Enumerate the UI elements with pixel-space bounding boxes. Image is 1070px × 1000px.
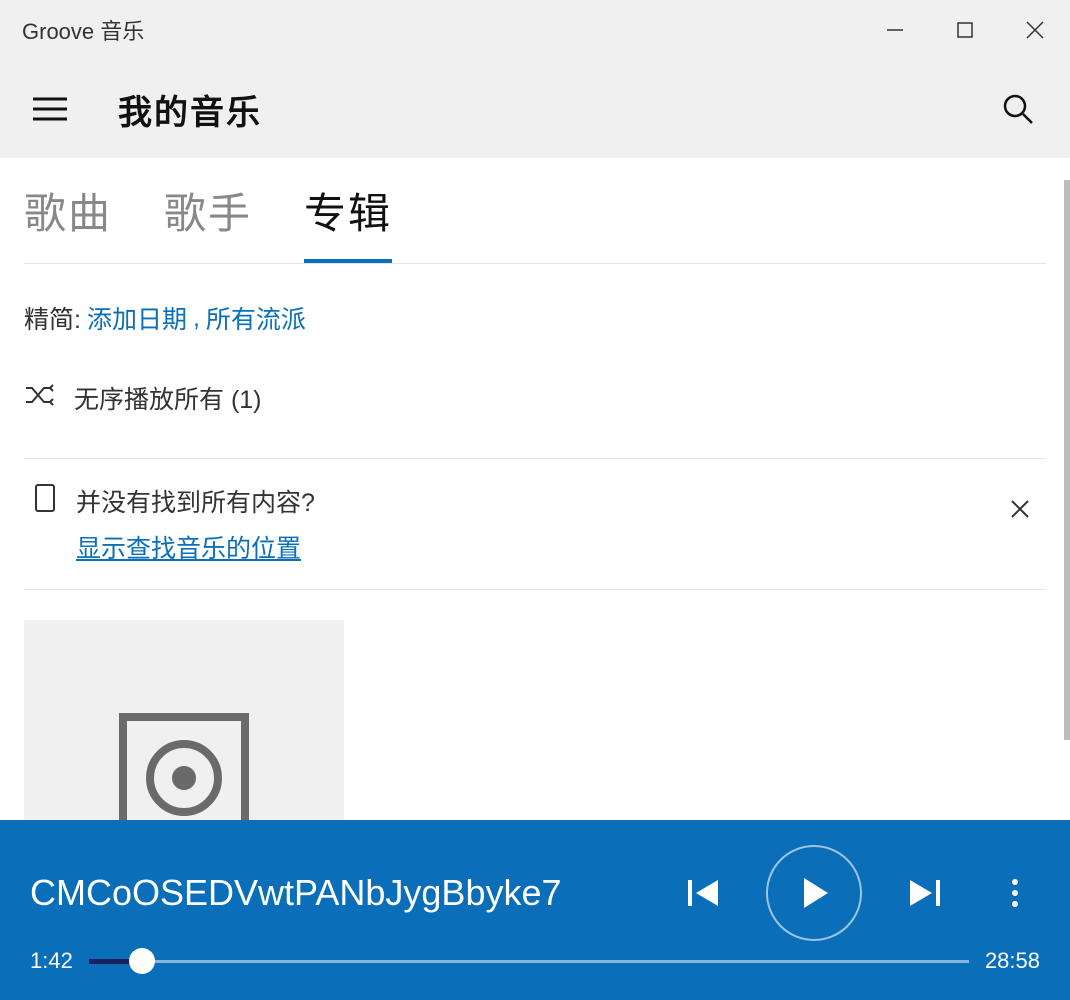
more-vertical-icon — [1012, 879, 1018, 907]
search-icon — [1002, 93, 1034, 125]
nav-menu-button[interactable] — [30, 89, 70, 129]
search-button[interactable] — [996, 87, 1040, 131]
close-icon — [1024, 19, 1046, 41]
missing-content-notice: 并没有找到所有内容? 显示查找音乐的位置 — [24, 458, 1046, 590]
tab-albums[interactable]: 专辑 — [304, 180, 392, 263]
shuffle-label: 无序播放所有 (1) — [74, 380, 262, 416]
vertical-scrollbar[interactable] — [1064, 180, 1070, 740]
window-titlebar: Groove 音乐 — [0, 0, 1070, 60]
close-icon — [1009, 498, 1031, 520]
album-grid — [24, 590, 1046, 820]
minimize-icon — [886, 21, 904, 39]
content-area: 歌曲 歌手 专辑 精简: 添加日期, 所有流派 无序播放所有 (1) 并没有找到… — [0, 158, 1070, 820]
progress-thumb[interactable] — [129, 948, 155, 974]
window-close-button[interactable] — [1000, 0, 1070, 60]
filter-genre-link[interactable]: 所有流派 — [206, 300, 306, 336]
progress-track — [89, 960, 969, 963]
shuffle-icon — [24, 382, 54, 415]
player-bar: CMCoOSEDVwtPANbJygBbyke7 1:42 28:58 — [0, 820, 1070, 1000]
tab-songs[interactable]: 歌曲 — [24, 180, 112, 263]
play-icon — [794, 873, 834, 913]
shuffle-all-button[interactable]: 无序播放所有 (1) — [24, 336, 1046, 458]
filter-sort-link[interactable]: 添加日期 — [87, 300, 187, 336]
next-track-button[interactable] — [890, 858, 960, 928]
playback-progress-row: 1:42 28:58 — [30, 948, 1040, 974]
album-art-placeholder-icon — [119, 713, 249, 821]
previous-track-button[interactable] — [668, 858, 738, 928]
page-title: 我的音乐 — [118, 85, 262, 134]
device-icon — [34, 483, 56, 518]
album-tile[interactable] — [24, 620, 344, 820]
skip-next-icon — [906, 874, 944, 912]
more-options-button[interactable] — [990, 879, 1040, 907]
window-title: Groove 音乐 — [22, 14, 860, 46]
filter-row: 精简: 添加日期, 所有流派 — [24, 264, 1046, 336]
app-header: 我的音乐 — [0, 60, 1070, 158]
window-minimize-button[interactable] — [860, 0, 930, 60]
maximize-icon — [956, 21, 974, 39]
hamburger-icon — [33, 95, 67, 123]
now-playing-title: CMCoOSEDVwtPANbJygBbyke7 — [30, 872, 668, 914]
show-music-locations-link[interactable]: 显示查找音乐的位置 — [76, 529, 301, 565]
skip-previous-icon — [684, 874, 722, 912]
play-button[interactable] — [766, 845, 862, 941]
filter-label: 精简: — [24, 300, 81, 336]
library-tabs: 歌曲 歌手 专辑 — [24, 158, 1046, 264]
notice-close-button[interactable] — [1000, 489, 1040, 529]
elapsed-time: 1:42 — [30, 948, 73, 974]
notice-question: 并没有找到所有内容? — [76, 483, 980, 519]
remaining-time: 28:58 — [985, 948, 1040, 974]
progress-slider[interactable] — [89, 949, 969, 973]
window-maximize-button[interactable] — [930, 0, 1000, 60]
filter-sep: , — [193, 304, 200, 333]
tab-artists[interactable]: 歌手 — [164, 180, 252, 263]
